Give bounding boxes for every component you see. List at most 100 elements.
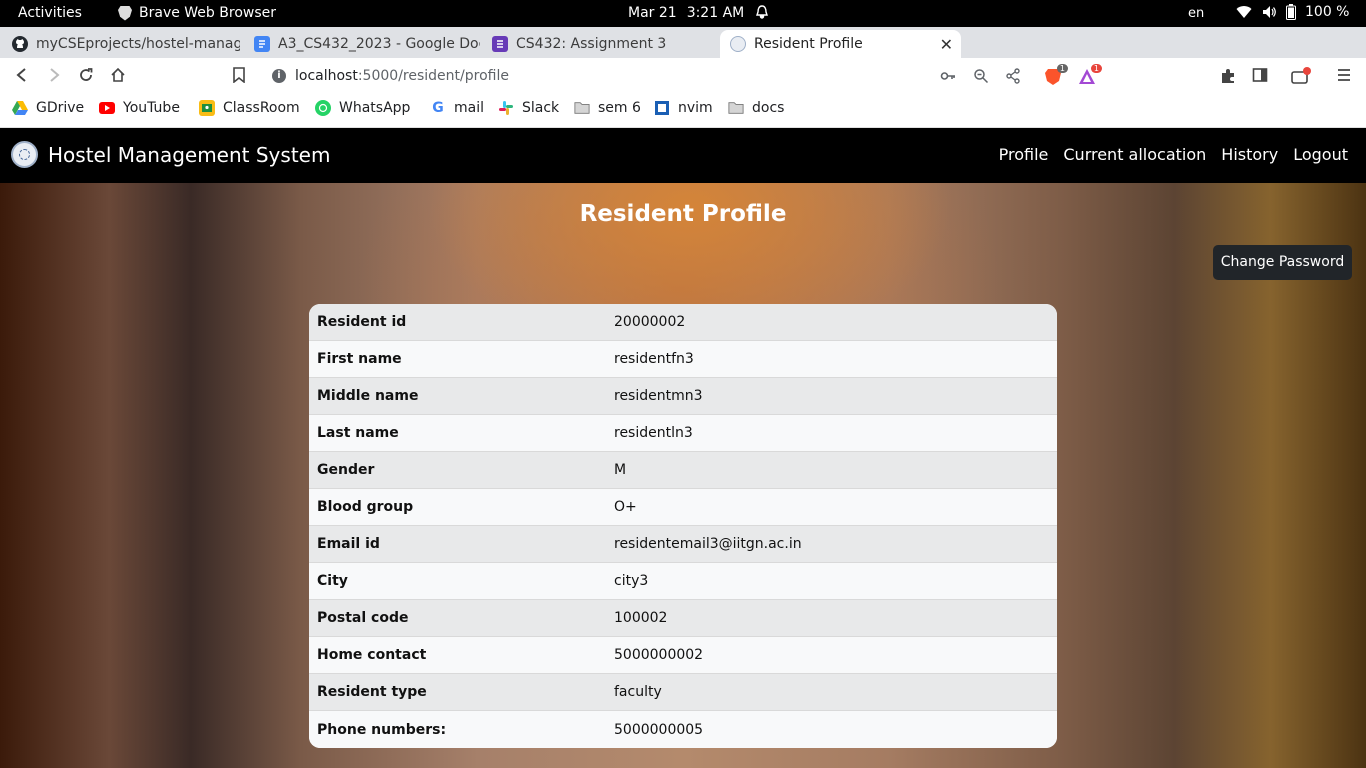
wallet-icon[interactable] [1291, 67, 1311, 85]
date: Mar 21 [628, 5, 677, 21]
battery-icon [1286, 4, 1296, 20]
bookmark-gdrive[interactable]: GDrive [12, 100, 84, 116]
wifi-icon [1236, 6, 1252, 19]
battery-percentage: 100 % [1305, 4, 1350, 20]
table-row: Middle name residentmn3 [309, 378, 1057, 415]
tab-google-docs[interactable]: A3_CS432_2023 - Google Docs [244, 30, 480, 58]
youtube-icon [99, 102, 115, 114]
profile-table: Resident id 20000002 First name residentfn… [309, 304, 1057, 748]
menu-icon[interactable] [1335, 67, 1353, 85]
zoom-icon[interactable] [973, 68, 989, 84]
tab-title: Resident Profile [754, 36, 863, 52]
reload-icon[interactable] [76, 65, 96, 85]
nav-logout-link[interactable]: Logout [1293, 145, 1348, 164]
site-brand[interactable]: Hostel Management System [11, 141, 330, 168]
site-info-icon[interactable]: i [272, 69, 286, 83]
system-menu[interactable]: 100 % [1236, 4, 1349, 20]
brave-rewards-icon[interactable]: 1 [1078, 64, 1102, 86]
field-label: Last name [317, 425, 399, 441]
bookmark-label: docs [752, 100, 785, 116]
bookmark-whatsapp[interactable]: WhatsApp [315, 100, 410, 116]
institute-logo-icon [11, 141, 38, 168]
web-page: Hostel Management System Profile Current… [0, 128, 1366, 768]
time: 3:21 AM [686, 5, 745, 21]
site-logo-icon [730, 36, 746, 52]
field-label: Home contact [317, 647, 427, 663]
folder-icon [728, 100, 744, 116]
field-value: 5000000005 [614, 721, 704, 738]
field-label: Blood group [317, 499, 414, 515]
back-icon[interactable] [12, 65, 32, 85]
bookmarks-bar: GDrive YouTube ClassRoom WhatsApp G mail… [0, 94, 1366, 128]
page-title: Resident Profile [579, 201, 787, 227]
bookmark-icon[interactable] [229, 65, 249, 85]
google-forms-icon [492, 36, 508, 52]
tab-github[interactable]: myCSEprojects/hostel-manag [2, 30, 240, 58]
site-title: Hostel Management System [48, 142, 331, 167]
table-row: Home contact 5000000002 [309, 637, 1057, 674]
bookmark-classroom[interactable]: ClassRoom [199, 100, 300, 116]
nav-current-allocation-link[interactable]: Current allocation [1063, 145, 1206, 164]
classroom-icon [199, 100, 215, 116]
nav-history-link[interactable]: History [1221, 145, 1278, 164]
address-bar[interactable]: i localhost:5000/resident/profile 1 1 [262, 61, 1106, 91]
google-drive-icon [12, 100, 28, 116]
table-row: Last name residentln3 [309, 415, 1057, 452]
forward-icon[interactable] [44, 65, 64, 85]
bookmark-docs[interactable]: docs [728, 100, 784, 116]
nav-profile-link[interactable]: Profile [999, 145, 1049, 164]
bookmark-label: ClassRoom [223, 100, 300, 116]
tab-resident-profile[interactable]: Resident Profile ✕ [720, 30, 961, 58]
table-row: City city3 [309, 563, 1057, 600]
brave-icon [118, 5, 132, 21]
url-text[interactable]: localhost:5000/resident/profile [295, 68, 509, 84]
field-label: Resident id [317, 314, 407, 330]
change-password-button[interactable]: Change Password [1213, 245, 1352, 280]
bookmark-label: sem 6 [598, 100, 641, 116]
google-icon: G [432, 100, 444, 116]
folder-icon [574, 100, 590, 116]
tab-title: CS432: Assignment 3 [516, 36, 667, 52]
table-row: Blood group O+ [309, 489, 1057, 526]
field-label: Phone numbers: [317, 721, 447, 738]
shields-count-badge: 1 [1056, 64, 1068, 73]
activities-button[interactable]: Activities [18, 5, 82, 21]
language-indicator[interactable]: en [1188, 6, 1204, 21]
field-value: 20000002 [614, 314, 686, 330]
slack-icon [498, 100, 514, 116]
extensions-icon[interactable] [1219, 67, 1237, 85]
brave-shields-icon[interactable]: 1 [1044, 64, 1068, 86]
close-tab-icon[interactable]: ✕ [940, 35, 953, 54]
app-name: Brave Web Browser [139, 5, 276, 21]
field-value: residentln3 [614, 425, 693, 441]
field-value: faculty [614, 684, 662, 700]
bookmark-sem6[interactable]: sem 6 [574, 100, 641, 116]
tab-assignment[interactable]: CS432: Assignment 3 [482, 30, 718, 58]
bookmark-label: nvim [678, 100, 713, 116]
table-row: Resident type faculty [309, 674, 1057, 711]
app-menu[interactable]: Brave Web Browser [118, 5, 276, 21]
tab-title: A3_CS432_2023 - Google Docs [278, 36, 480, 52]
field-value: residentemail3@iitgn.ac.in [614, 536, 802, 552]
bookmark-mail[interactable]: G mail [430, 100, 484, 116]
home-icon[interactable] [108, 65, 128, 85]
clock[interactable]: Mar 21 3:21 AM [628, 5, 744, 21]
bookmark-label: mail [454, 100, 484, 116]
table-row: Postal code 100002 [309, 600, 1057, 637]
share-icon[interactable] [1005, 68, 1021, 84]
table-row: Resident id 20000002 [309, 304, 1057, 341]
bookmark-slack[interactable]: Slack [498, 100, 559, 116]
field-label: Gender [317, 462, 375, 478]
alarm-clock-icon [756, 5, 768, 19]
bookmark-label: GDrive [36, 100, 85, 116]
sidebar-icon[interactable] [1251, 67, 1269, 85]
bookmark-youtube[interactable]: YouTube [99, 100, 180, 116]
tab-title: myCSEprojects/hostel-manag [36, 36, 240, 52]
bookmark-nvim[interactable]: nvim [654, 100, 713, 116]
bookmark-label: WhatsApp [339, 100, 411, 116]
rewards-count-badge: 1 [1090, 64, 1102, 73]
field-label: Resident type [317, 684, 427, 700]
key-icon[interactable] [940, 68, 956, 84]
field-label: Email id [317, 536, 380, 552]
table-row: Gender M [309, 452, 1057, 489]
